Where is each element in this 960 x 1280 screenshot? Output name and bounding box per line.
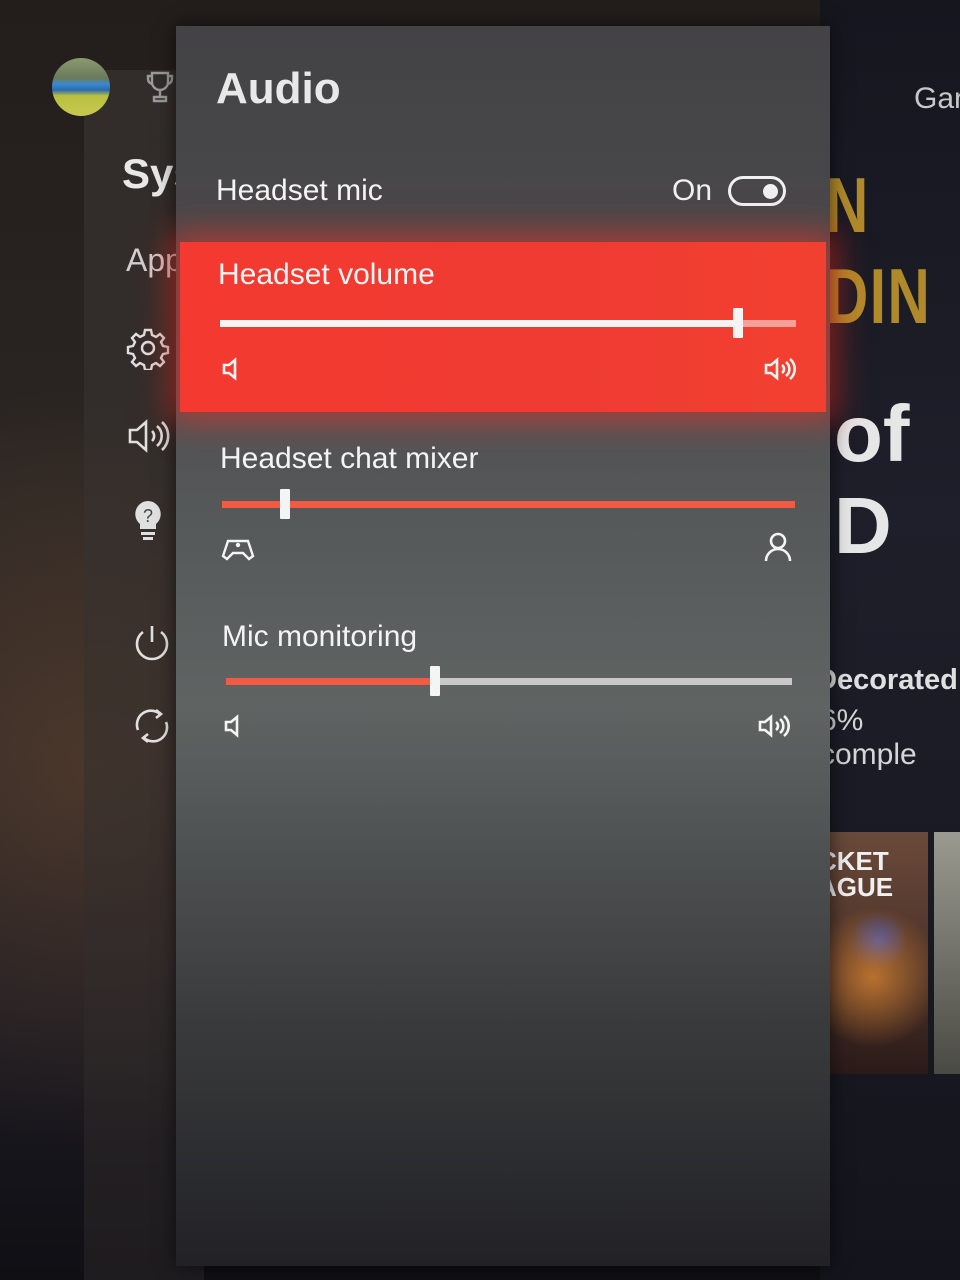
toggle-knob [763, 184, 778, 199]
panel-title: Audio [216, 64, 341, 113]
tips-icon[interactable]: ? [126, 498, 170, 542]
headset-mic-toggle[interactable] [728, 176, 786, 206]
audio-panel: Audio Headset mic On Headset volume Head… [176, 26, 830, 1266]
speaker-high-icon [764, 354, 800, 384]
achievement-title: Decorated [816, 664, 958, 696]
slider-thumb[interactable] [733, 308, 744, 338]
person-icon [760, 532, 796, 562]
speaker-low-icon [222, 711, 258, 741]
controller-icon [220, 534, 256, 564]
headset-mic-state: On [672, 174, 713, 207]
headset-mic-label: Headset mic [216, 174, 383, 207]
slider-fill [226, 678, 436, 685]
slider-thumb[interactable] [280, 489, 291, 519]
mic-monitoring-label: Mic monitoring [222, 620, 418, 653]
gamerpic-avatar[interactable] [52, 58, 110, 116]
game-tile-next[interactable] [934, 832, 960, 1074]
power-icon[interactable] [130, 622, 174, 666]
gear-icon[interactable] [126, 326, 170, 372]
headset-volume-card[interactable]: Headset volume [180, 242, 826, 412]
slider-fill [222, 501, 286, 508]
trophy-icon[interactable] [146, 70, 174, 104]
hero-title: N DIN [826, 161, 932, 340]
home-tab-label: Gar [914, 82, 960, 115]
chat-mixer-slider[interactable] [222, 489, 795, 519]
speaker-icon[interactable] [126, 414, 170, 458]
svg-text:?: ? [143, 506, 153, 526]
chat-mixer-label: Headset chat mixer [220, 442, 479, 475]
restart-icon[interactable] [130, 704, 174, 748]
slider-fill [220, 320, 739, 327]
game-tile-rocket-league[interactable]: CKET AGUE [818, 832, 928, 1074]
guide-apps-label[interactable]: App [126, 242, 183, 279]
slider-thumb[interactable] [430, 666, 441, 696]
headset-volume-label: Headset volume [218, 258, 435, 291]
speaker-low-icon [220, 354, 256, 384]
slider-track [222, 501, 795, 508]
achievement-progress: 6% comple [820, 704, 917, 771]
speaker-high-icon [758, 711, 794, 741]
game-title: of D [834, 389, 910, 570]
mic-monitoring-slider[interactable] [226, 666, 792, 696]
headset-volume-slider[interactable] [220, 308, 796, 338]
